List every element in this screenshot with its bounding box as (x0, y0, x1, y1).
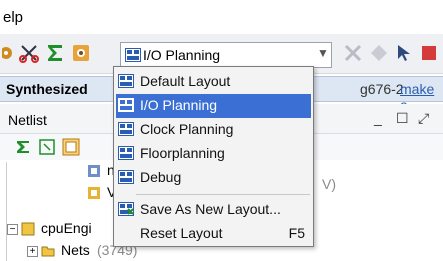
menu-item-floorplanning[interactable]: Floorplanning (116, 142, 311, 166)
expand-icon[interactable] (38, 138, 56, 156)
minimize-icon[interactable]: _ (374, 110, 382, 126)
disabled-tool-icon[interactable] (342, 42, 364, 64)
layout-icon (118, 98, 134, 112)
chevron-down-icon[interactable]: ▼ (317, 46, 329, 60)
layout-icon (125, 48, 141, 62)
menu-item-label: Debug (140, 169, 182, 185)
menu-item-default-layout[interactable]: Default Layout (116, 70, 311, 94)
menu-item-debug[interactable]: Debug (116, 166, 311, 190)
menu-item-shortcut: F5 (288, 225, 305, 241)
tree-item-nets[interactable]: Nets (61, 242, 90, 258)
menu-help[interactable]: elp (3, 9, 23, 26)
float-icon[interactable]: ⤢ (418, 110, 429, 127)
collapse-all-icon[interactable] (14, 138, 32, 156)
layout-icon (118, 170, 134, 184)
tree-item-count: V) (322, 176, 336, 192)
layout-icon (118, 146, 134, 160)
tool-icon[interactable] (418, 42, 440, 64)
menu-item-label: Reset Layout (140, 225, 223, 241)
layout-selector[interactable]: I/O Planning ▼ (120, 42, 332, 68)
pointer-tool-icon[interactable] (394, 42, 416, 64)
save-layout-icon (118, 202, 134, 216)
tree-expand-toggle[interactable]: + (27, 246, 38, 257)
tree-item-cpuengine[interactable]: cpuEngi (41, 220, 92, 236)
cell-icon-yellow (88, 187, 100, 199)
menu-item-label: Clock Planning (140, 121, 234, 137)
menu-item-label: Default Layout (140, 73, 231, 89)
menu-item-clock-planning[interactable]: Clock Planning (116, 118, 311, 142)
menu-separator (136, 194, 310, 195)
menu-item-label: Save As New Layout... (140, 201, 281, 217)
banner-part-text: g676-2 (360, 81, 404, 97)
layout-dropdown-menu: Default Layout I/O Planning Clock Planni… (113, 66, 314, 247)
panel-title: Netlist (8, 112, 47, 128)
show-hierarchy-icon[interactable] (62, 138, 80, 156)
menu-item-reset-layout[interactable]: Reset Layout F5 (116, 222, 311, 246)
layout-icon (118, 122, 134, 136)
settings-icon[interactable] (70, 42, 92, 64)
disabled-marker-icon[interactable] (368, 42, 390, 64)
menu-item-label: Floorplanning (140, 145, 225, 161)
menu-bar: elp (0, 0, 443, 34)
banner-title: Synthesized (6, 81, 88, 97)
folder-icon (41, 246, 55, 257)
menu-item-save-as-new-layout[interactable]: Save As New Layout... (116, 198, 311, 222)
scissors-icon[interactable] (18, 42, 40, 64)
cell-icon (88, 165, 100, 177)
module-icon (21, 222, 35, 236)
sigma-icon[interactable] (44, 42, 66, 64)
restore-icon[interactable]: ☐ (396, 110, 409, 127)
layout-icon (118, 74, 134, 88)
tree-collapse-toggle[interactable]: − (7, 224, 18, 235)
menu-item-label: I/O Planning (140, 97, 218, 113)
menu-item-io-planning[interactable]: I/O Planning (116, 94, 311, 118)
layout-selector-value: I/O Planning (143, 47, 221, 63)
